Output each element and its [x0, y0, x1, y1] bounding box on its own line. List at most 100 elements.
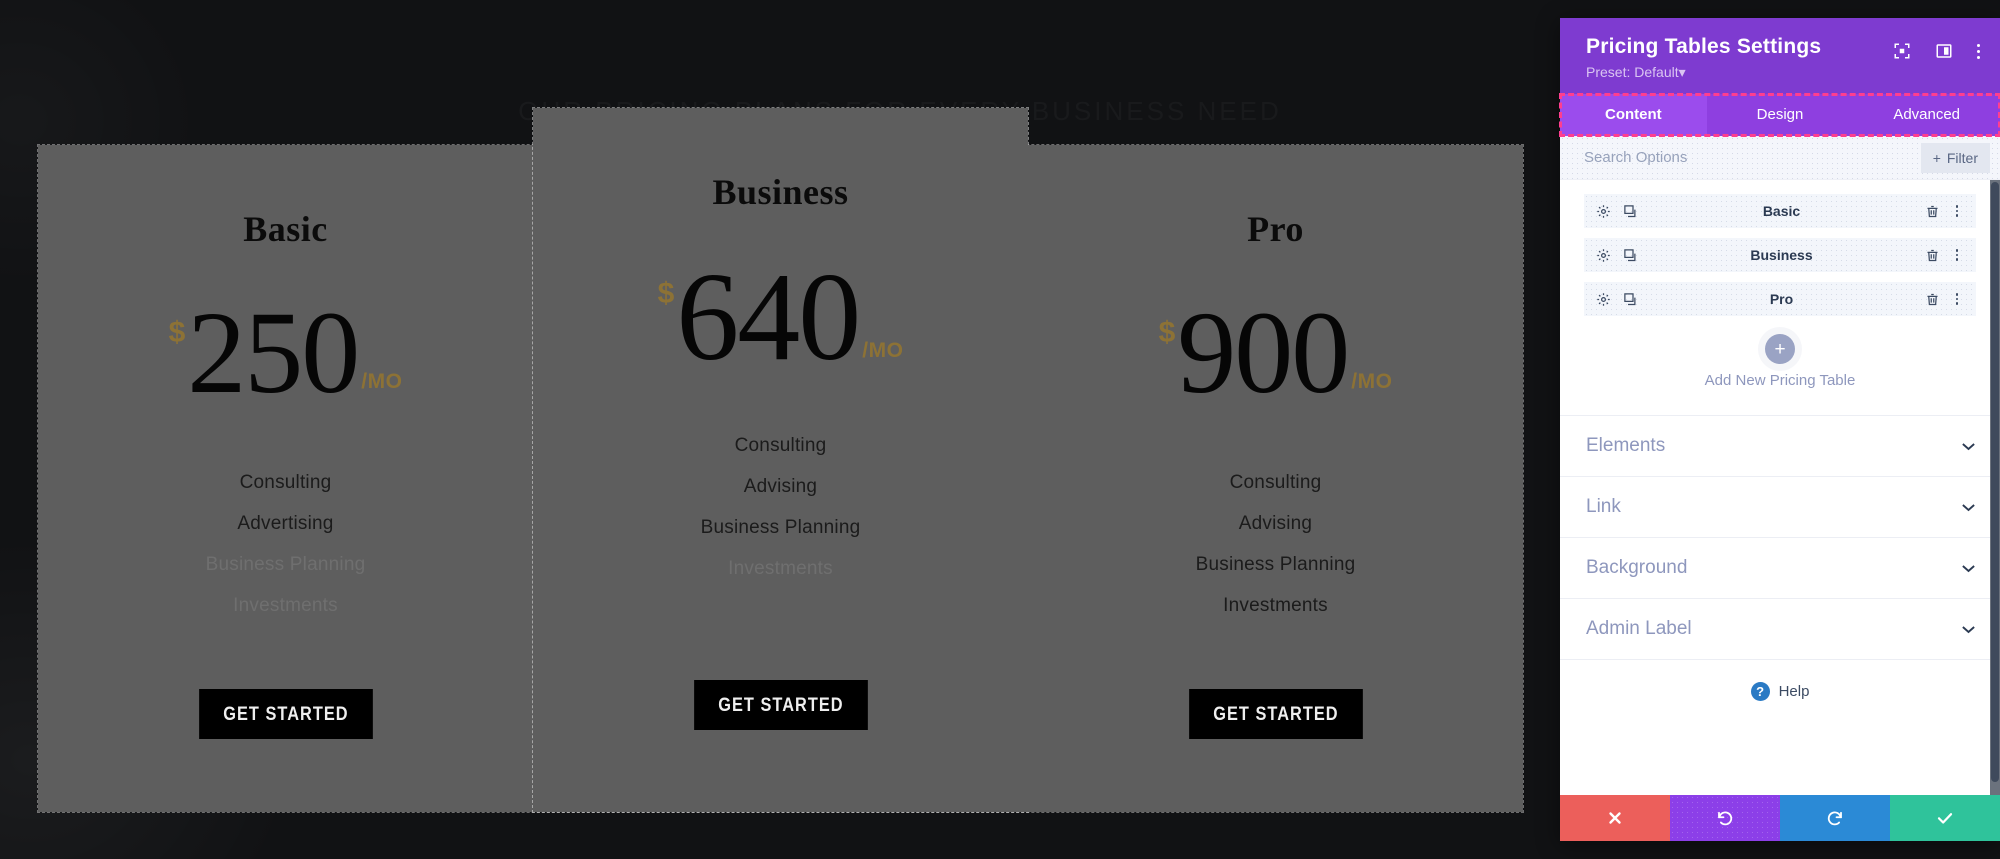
item-row-business[interactable]: Business: [1584, 238, 1976, 272]
chevron-down-icon: ▾: [1678, 64, 1686, 80]
redo-button[interactable]: [1780, 795, 1890, 841]
currency-symbol: $: [168, 316, 186, 349]
pricing-title: Business: [712, 172, 849, 212]
gear-icon[interactable]: [1596, 292, 1611, 307]
panel-scrollbar[interactable]: [1990, 180, 2000, 795]
accordion-elements[interactable]: Elements: [1560, 416, 2000, 477]
pricing-table-pro[interactable]: Pro $ 900 /MO Consulting Advising Busine…: [1028, 145, 1523, 812]
item-row-pro[interactable]: Pro: [1584, 282, 1976, 316]
panel-header: Pricing Tables Settings Preset: Default▾: [1560, 18, 2000, 94]
scrollbar-thumb[interactable]: [1991, 182, 1999, 782]
price-block: $ 900 /MO: [1159, 294, 1393, 412]
panel-body: Basic Business Pro + Add New Pricing Tab…: [1560, 180, 2000, 795]
get-started-button[interactable]: GET STARTED: [198, 689, 373, 739]
item-right-icons: [1925, 204, 1964, 219]
item-right-icons: [1925, 292, 1964, 307]
accordion-admin-label[interactable]: Admin Label: [1560, 599, 2000, 660]
discard-changes-button[interactable]: [1560, 795, 1670, 841]
plus-icon: +: [1765, 334, 1795, 364]
item-more-icon[interactable]: [1950, 293, 1964, 305]
preset-label: Preset: Default: [1586, 64, 1679, 80]
chevron-down-icon: [1962, 564, 1975, 572]
item-row-basic[interactable]: Basic: [1584, 194, 1976, 228]
trash-icon[interactable]: [1925, 204, 1940, 219]
tab-advanced[interactable]: Advanced: [1853, 94, 2000, 136]
checkmark-icon: [1937, 813, 1953, 824]
preset-selector[interactable]: Preset: Default▾: [1586, 64, 1978, 81]
price-value: 900: [1177, 287, 1350, 418]
gear-icon[interactable]: [1596, 204, 1611, 219]
item-label: Pro: [1769, 291, 1794, 307]
gear-icon[interactable]: [1596, 248, 1611, 263]
save-changes-button[interactable]: [1890, 795, 2000, 841]
accordion-background[interactable]: Background: [1560, 538, 2000, 599]
pricing-tables-module[interactable]: Basic $ 250 /MO Consulting Advertising B…: [37, 107, 1524, 813]
search-input[interactable]: [1584, 149, 1921, 166]
add-new-pricing-table-button[interactable]: + Add New Pricing Table: [1560, 326, 2000, 415]
feature-item: Advising: [743, 476, 818, 497]
filter-button[interactable]: + Filter: [1920, 142, 1990, 173]
tab-design[interactable]: Design: [1706, 94, 1854, 136]
undo-icon: [1718, 811, 1733, 826]
item-label: Business: [1750, 247, 1813, 263]
focus-icon[interactable]: [1893, 42, 1911, 60]
feature-item: Business Planning: [1195, 554, 1356, 575]
duplicate-icon[interactable]: [1623, 248, 1638, 263]
feature-list: Consulting Advising Business Planning In…: [1028, 462, 1523, 626]
filter-label: Filter: [1946, 149, 1978, 166]
duplicate-icon[interactable]: [1623, 292, 1638, 307]
currency-symbol: $: [657, 277, 675, 310]
layout-view-icon[interactable]: [1935, 42, 1953, 60]
item-more-icon[interactable]: [1950, 205, 1964, 217]
price-frequency: /MO: [361, 370, 403, 393]
price-block: $ 640 /MO: [658, 255, 904, 381]
price-frequency: /MO: [862, 339, 904, 362]
feature-list: Consulting Advising Business Planning In…: [533, 425, 1028, 589]
chevron-down-icon: [1962, 625, 1975, 633]
pricing-title: Basic: [243, 209, 328, 249]
item-left-icons: [1596, 204, 1638, 219]
price-value: 250: [187, 287, 360, 418]
tab-content[interactable]: Content: [1560, 94, 1707, 136]
feature-list: Consulting Advertising Business Planning…: [38, 462, 533, 626]
plus-icon: +: [1932, 149, 1941, 166]
currency-symbol: $: [1158, 316, 1176, 349]
accordion-link[interactable]: Link: [1560, 477, 2000, 538]
feature-item: Advertising: [237, 513, 334, 534]
price-value: 640: [676, 248, 861, 387]
feature-item: Consulting: [1229, 472, 1322, 493]
more-options-icon[interactable]: [1977, 43, 1980, 59]
undo-button[interactable]: [1670, 795, 1780, 841]
redo-icon: [1827, 811, 1842, 826]
settings-accordion: Elements Link Background Admin Label: [1560, 415, 2000, 660]
add-new-label: Add New Pricing Table: [1704, 372, 1856, 389]
item-left-icons: [1596, 292, 1638, 307]
feature-item: Advising: [1238, 513, 1313, 534]
feature-item: Consulting: [734, 435, 827, 456]
trash-icon[interactable]: [1925, 248, 1940, 263]
accordion-label: Elements: [1586, 435, 1666, 456]
pricing-table-business[interactable]: Business $ 640 /MO Consulting Advising B…: [532, 107, 1029, 813]
chevron-down-icon: [1962, 503, 1975, 511]
pricing-table-basic[interactable]: Basic $ 250 /MO Consulting Advertising B…: [38, 145, 533, 812]
get-started-button[interactable]: GET STARTED: [693, 680, 868, 730]
item-more-icon[interactable]: [1950, 249, 1964, 261]
pricing-table-items: Basic Business Pro: [1560, 180, 2000, 316]
feature-item: Business Planning: [700, 517, 861, 538]
trash-icon[interactable]: [1925, 292, 1940, 307]
feature-item-disabled: Business Planning: [205, 554, 366, 575]
price-frequency: /MO: [1351, 370, 1393, 393]
panel-tabs: Content Design Advanced: [1559, 93, 2000, 137]
search-bar: + Filter: [1560, 136, 2000, 180]
feature-item-disabled: Investments: [728, 558, 833, 579]
accordion-label: Link: [1586, 496, 1621, 517]
feature-item: Consulting: [239, 472, 332, 493]
help-link[interactable]: ? Help: [1560, 660, 2000, 723]
duplicate-icon[interactable]: [1623, 204, 1638, 219]
item-label: Basic: [1762, 203, 1801, 219]
module-settings-panel: Pricing Tables Settings Preset: Default▾…: [1559, 18, 2000, 841]
get-started-button[interactable]: GET STARTED: [1188, 689, 1363, 739]
panel-footer: [1560, 795, 2000, 841]
panel-header-icons: [1893, 42, 1980, 60]
pricing-title: Pro: [1247, 209, 1304, 249]
